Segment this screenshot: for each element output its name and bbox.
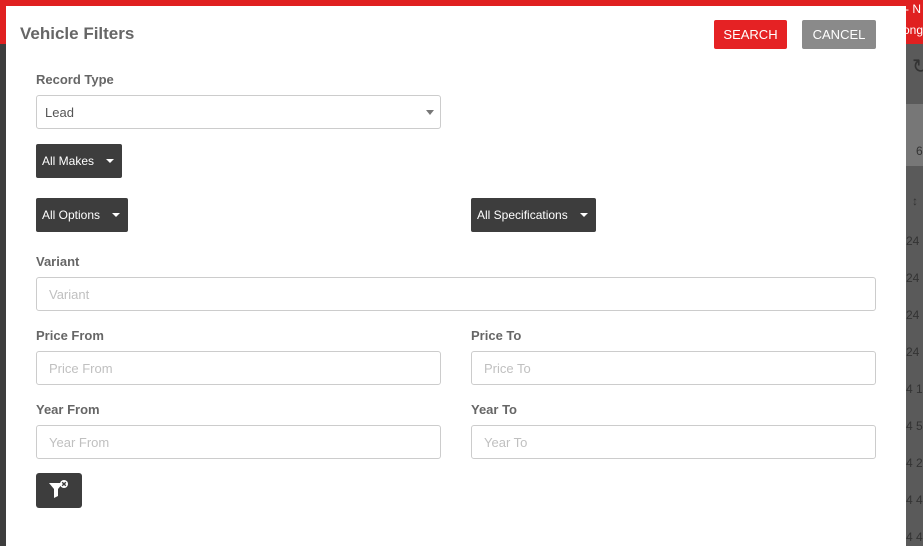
background-cell: 4 4 xyxy=(906,493,923,507)
background-cell: 24 xyxy=(906,271,920,285)
background-cell: 4 4 xyxy=(906,530,923,544)
search-button[interactable]: SEARCH xyxy=(714,20,787,49)
price-to-input[interactable] xyxy=(471,351,876,385)
variant-input[interactable] xyxy=(36,277,876,311)
cancel-button[interactable]: CANCEL xyxy=(802,20,876,49)
price-from-input[interactable] xyxy=(36,351,441,385)
background-cell: 4 5 xyxy=(906,419,923,433)
background-cell: 6 xyxy=(916,144,923,158)
background-cell: 24 xyxy=(906,308,920,322)
price-to-label: Price To xyxy=(471,328,522,343)
year-to-label: Year To xyxy=(471,402,518,417)
background-cell: 24 xyxy=(906,345,920,359)
record-type-select[interactable]: Lead xyxy=(36,95,441,129)
all-makes-label: All Makes xyxy=(42,154,95,168)
record-type-label: Record Type xyxy=(36,72,114,87)
modal-title: Vehicle Filters xyxy=(20,24,135,43)
background-cell: 4 2 xyxy=(906,456,923,470)
background-cell: 24 xyxy=(906,234,920,248)
filter-clear-icon xyxy=(49,480,68,498)
caret-down-icon xyxy=(112,213,120,217)
all-specifications-label: All Specifications xyxy=(477,208,568,222)
background-cell: 4 1 xyxy=(906,382,923,396)
all-options-label: All Options xyxy=(42,208,101,222)
year-to-input[interactable] xyxy=(471,425,876,459)
background-table-edge: ↻ 6 ↕ 24 24 24 24 4 1 4 5 4 2 4 4 4 4 xyxy=(906,44,923,546)
all-specifications-dropdown[interactable]: All Specifications xyxy=(471,198,596,232)
background-header-text: - N xyxy=(905,2,921,16)
caret-down-icon xyxy=(580,213,588,217)
variant-label: Variant xyxy=(36,254,80,269)
price-from-label: Price From xyxy=(36,328,104,343)
refresh-icon: ↻ xyxy=(912,56,923,78)
caret-down-icon xyxy=(106,159,114,163)
all-options-dropdown[interactable]: All Options xyxy=(36,198,128,232)
year-from-input[interactable] xyxy=(36,425,441,459)
record-type-value: Lead xyxy=(45,105,74,120)
chevron-down-icon xyxy=(426,110,434,115)
all-makes-dropdown[interactable]: All Makes xyxy=(36,144,122,178)
clear-filter-button[interactable] xyxy=(36,473,82,508)
vehicle-filters-modal: Vehicle Filters SEARCH CANCEL Record Typ… xyxy=(6,6,906,546)
sort-icon: ↕ xyxy=(912,194,918,208)
year-from-label: Year From xyxy=(36,402,100,417)
